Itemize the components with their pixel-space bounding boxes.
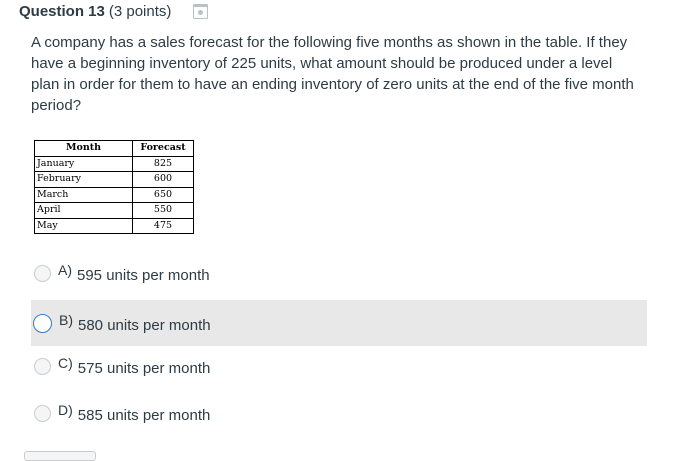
month-cell: March: [34, 186, 133, 203]
table-row: April 550: [34, 202, 194, 219]
forecast-cell: 825: [132, 155, 194, 172]
column-header-month: Month: [34, 140, 133, 157]
month-cell: January: [34, 155, 133, 172]
forecast-cell: 650: [132, 186, 194, 203]
radio-button-d[interactable]: [34, 404, 51, 422]
answer-option-a[interactable]: A) 595 units per month: [31, 250, 647, 296]
month-cell: February: [34, 171, 133, 188]
forecast-cell: 475: [132, 217, 194, 234]
answer-letter: C): [58, 355, 73, 371]
radio-button-a[interactable]: [34, 264, 51, 282]
answer-option-c[interactable]: C) 575 units per month: [31, 343, 647, 389]
radio-button-c[interactable]: [34, 357, 51, 375]
forecast-table: Month Forecast January 825 February 600 …: [34, 140, 194, 234]
answer-letter: A): [58, 262, 72, 278]
answer-letter: B): [59, 312, 73, 328]
table-row: March 650: [34, 186, 194, 203]
column-header-forecast: Forecast: [132, 140, 194, 157]
answer-text: 580 units per month: [78, 316, 211, 334]
radio-button-b[interactable]: [33, 313, 52, 333]
month-cell: April: [34, 202, 133, 219]
answer-text: 575 units per month: [77, 359, 211, 377]
answer-option-d[interactable]: D) 585 units per month: [31, 390, 647, 436]
month-cell: May: [34, 217, 133, 234]
table-row: May 475: [34, 217, 194, 234]
table-row: February 600: [34, 171, 194, 188]
question-text: A company has a sales forecast for the f…: [31, 34, 634, 114]
forecast-cell: 600: [132, 171, 194, 188]
answer-option-b[interactable]: B) 580 units per month: [31, 300, 647, 346]
answer-text: 595 units per month: [77, 266, 210, 284]
question-header: Question 13 (3 points): [19, 3, 209, 21]
question-number: Question 13: [19, 3, 105, 20]
next-button-partial[interactable]: [24, 451, 96, 461]
table-row: January 825: [34, 155, 194, 172]
flag-question-icon[interactable]: [193, 3, 209, 19]
table-header-row: Month Forecast: [34, 140, 194, 157]
answer-text: 585 units per month: [77, 406, 211, 424]
forecast-cell: 550: [132, 202, 194, 219]
answer-letter: D): [58, 402, 73, 418]
question-points: (3 points): [108, 3, 172, 20]
